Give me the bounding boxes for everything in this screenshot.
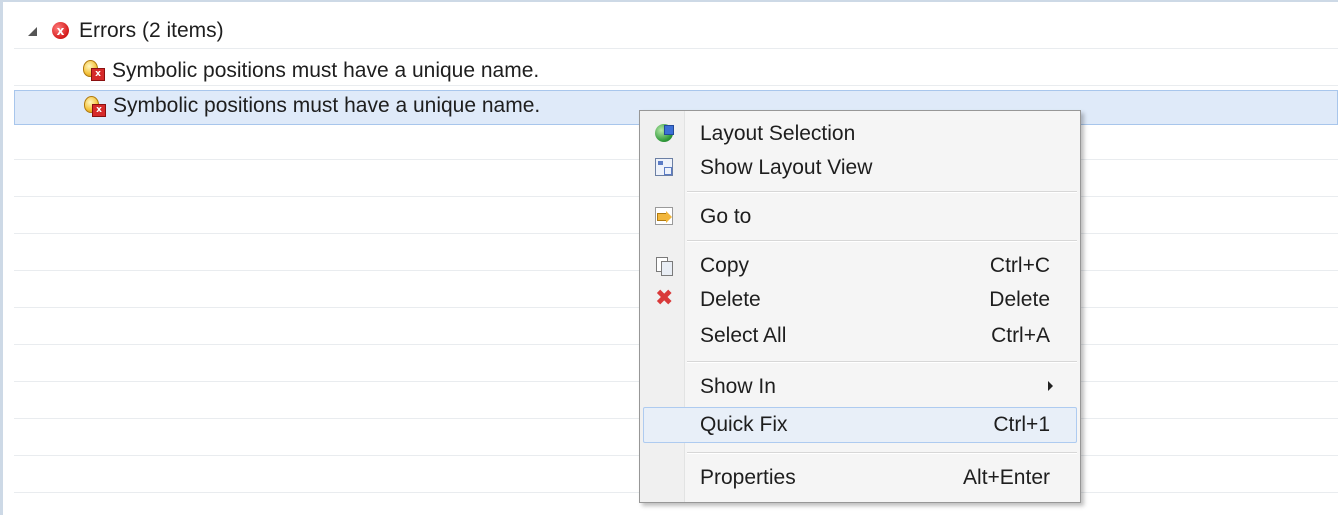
grid-line	[14, 48, 1338, 49]
menu-item-label: Select All	[700, 324, 787, 347]
menu-item-copy[interactable]: Copy Ctrl+C	[643, 248, 1077, 282]
submenu-arrow-icon	[1048, 381, 1053, 391]
menu-item-layout-selection[interactable]: Layout Selection	[643, 116, 1077, 150]
copy-icon	[655, 256, 673, 276]
menu-item-delete[interactable]: ✖ Delete Delete	[643, 282, 1077, 316]
context-menu: Layout Selection Show Layout View Go to …	[639, 110, 1081, 503]
view-top-border	[0, 0, 1338, 2]
menu-separator	[687, 191, 1077, 193]
menu-separator	[687, 240, 1077, 242]
menu-item-label: Show Layout View	[700, 156, 873, 179]
delete-icon: ✖	[655, 286, 674, 311]
menu-item-select-all[interactable]: Select All Ctrl+A	[643, 318, 1077, 352]
problem-marker-icon: x	[83, 60, 105, 81]
menu-item-show-layout-view[interactable]: Show Layout View	[643, 150, 1077, 184]
layout-selection-icon	[655, 124, 674, 142]
menu-item-shortcut: Ctrl+A	[991, 324, 1050, 347]
menu-item-shortcut: Delete	[989, 288, 1050, 311]
menu-item-properties[interactable]: Properties Alt+Enter	[643, 460, 1077, 494]
view-left-border	[0, 0, 3, 515]
tree-group-row-errors[interactable]: x Errors (2 items)	[14, 14, 614, 48]
menu-item-label: Go to	[700, 205, 752, 228]
menu-separator	[687, 361, 1077, 363]
tree-group-label: Errors (2 items)	[79, 19, 224, 42]
menu-item-label: Delete	[700, 288, 761, 311]
menu-item-label: Show In	[700, 375, 776, 398]
go-to-icon	[655, 207, 673, 225]
menu-item-label: Quick Fix	[700, 413, 788, 436]
menu-separator	[687, 452, 1077, 454]
menu-item-label: Copy	[700, 254, 750, 277]
menu-item-shortcut: Ctrl+1	[993, 413, 1050, 436]
error-icon: x	[52, 22, 69, 39]
problem-marker-icon: x	[84, 96, 106, 117]
tree-item-label: Symbolic positions must have a unique na…	[112, 59, 540, 82]
expand-collapse-twisty-icon[interactable]	[28, 27, 37, 36]
tree-item-label: Symbolic positions must have a unique na…	[113, 94, 541, 117]
menu-item-shortcut: Alt+Enter	[963, 466, 1050, 489]
menu-item-quick-fix[interactable]: Quick Fix Ctrl+1	[643, 407, 1077, 443]
menu-item-go-to[interactable]: Go to	[643, 199, 1077, 233]
tree-item-problem[interactable]: x Symbolic positions must have a unique …	[14, 55, 1338, 89]
menu-item-shortcut: Ctrl+C	[989, 254, 1050, 277]
menu-item-show-in[interactable]: Show In	[643, 369, 1077, 403]
menu-item-label: Properties	[700, 466, 796, 489]
menu-item-label: Layout Selection	[700, 122, 856, 145]
show-layout-view-icon	[655, 158, 673, 176]
